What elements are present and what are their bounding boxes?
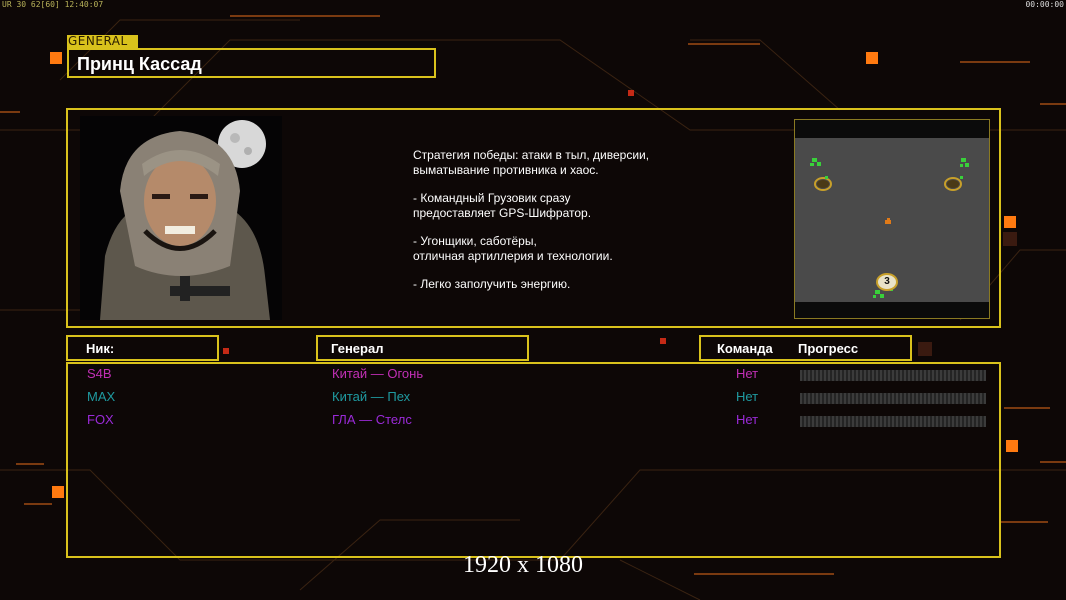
player-list-panel: S4B Китай — Огонь Нет MAX Китай — Пех Не… bbox=[66, 362, 1001, 558]
header-progress-label: Прогресс bbox=[798, 341, 859, 356]
player-nick: MAX bbox=[87, 389, 116, 404]
player-nick: S4B bbox=[87, 366, 112, 381]
fps-counter: UR 30 62[60] 12:40:07 bbox=[2, 0, 104, 9]
general-name: Принц Кассад bbox=[77, 54, 202, 74]
player-progress-bar bbox=[800, 416, 986, 427]
map-preview: 3 bbox=[794, 119, 990, 319]
player-team: Нет bbox=[736, 412, 759, 427]
header-team-label: Команда bbox=[717, 341, 773, 356]
start-position-marker[interactable]: 3 bbox=[876, 273, 898, 291]
player-row: S4B Китай — Огонь Нет bbox=[68, 366, 1003, 386]
header-general-label: Генерал bbox=[331, 341, 384, 356]
description-line: - Угонщики, саботёры, отличная артиллери… bbox=[413, 234, 613, 263]
game-timer: 00:00:00 bbox=[1025, 0, 1064, 9]
player-general: ГЛА — Стелс bbox=[332, 412, 412, 427]
header-nick-label: Ник: bbox=[86, 341, 115, 356]
player-row: FOX ГЛА — Стелс Нет bbox=[68, 412, 1003, 432]
resolution-label: 1920 x 1080 bbox=[463, 552, 583, 578]
description-line: Стратегия победы: атаки в тыл, диверсии,… bbox=[413, 148, 650, 177]
player-row: MAX Китай — Пех Нет bbox=[68, 389, 1003, 409]
header-team-progress: Команда Прогресс bbox=[699, 335, 912, 361]
player-nick: FOX bbox=[87, 412, 114, 427]
player-team: Нет bbox=[736, 366, 759, 381]
header-general: Генерал bbox=[316, 335, 529, 361]
player-general: Китай — Огонь bbox=[332, 366, 424, 381]
general-description: Стратегия победы: атаки в тыл, диверсии,… bbox=[413, 148, 713, 305]
header-nick: Ник: bbox=[66, 335, 219, 361]
description-line: - Командный Грузовик сразу предоставляет… bbox=[413, 191, 592, 220]
player-progress-bar bbox=[800, 393, 986, 404]
general-name-box: Принц Кассад bbox=[67, 48, 436, 78]
general-portrait bbox=[80, 116, 282, 320]
description-line: - Легко заполучить энергию. bbox=[413, 277, 571, 291]
general-tag: GENERAL bbox=[67, 35, 138, 48]
player-progress-bar bbox=[800, 370, 986, 381]
player-general: Китай — Пех bbox=[332, 389, 411, 404]
player-team: Нет bbox=[736, 389, 759, 404]
